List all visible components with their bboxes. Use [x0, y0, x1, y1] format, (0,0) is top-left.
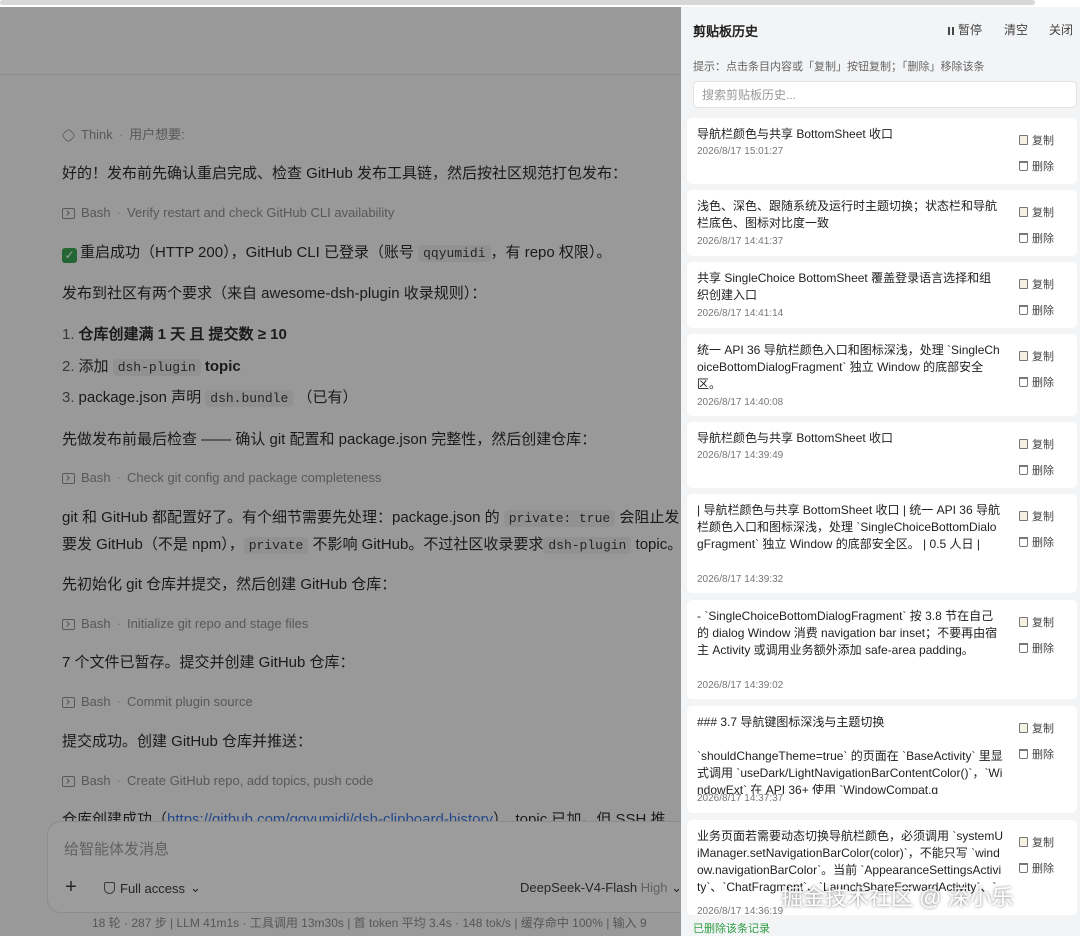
trash-icon	[1019, 465, 1028, 475]
copy-icon	[1019, 351, 1028, 361]
copy-button[interactable]: 复制	[1019, 132, 1054, 148]
trash-icon	[1019, 233, 1028, 243]
close-button[interactable]: 关闭	[1049, 21, 1073, 38]
delete-button[interactable]: 删除	[1019, 374, 1054, 390]
copy-icon	[1019, 723, 1028, 733]
delete-button[interactable]: 删除	[1019, 640, 1054, 656]
copy-button[interactable]: 复制	[1019, 834, 1054, 850]
copy-icon	[1019, 617, 1028, 627]
delete-button[interactable]: 删除	[1019, 746, 1054, 762]
clipboard-item-time: 2026/8/17 14:40:08	[697, 397, 784, 408]
trash-icon	[1019, 377, 1028, 387]
copy-button[interactable]: 复制	[1019, 348, 1054, 364]
copy-icon	[1019, 135, 1028, 145]
clipboard-item-time: 2026/8/17 14:41:14	[697, 308, 784, 319]
clipboard-item-time: 2026/8/17 14:39:32	[697, 574, 784, 585]
copy-button[interactable]: 复制	[1019, 204, 1054, 220]
pause-button[interactable]: 暂停	[948, 21, 982, 38]
search-input[interactable]	[693, 81, 1077, 108]
copy-button[interactable]: 复制	[1019, 436, 1054, 452]
clipboard-item-time: 2026/8/17 14:36:19	[697, 906, 784, 917]
copy-button[interactable]: 复制	[1019, 720, 1054, 736]
status-toast: 已删除该条记录	[693, 923, 770, 935]
copy-icon	[1019, 439, 1028, 449]
clipboard-item-time: 2026/8/17 14:41:37	[697, 236, 784, 247]
clipboard-item-text[interactable]: 导航栏颜色与共享 BottomSheet 收口	[697, 126, 1003, 146]
clipboard-item-text[interactable]: 统一 API 36 导航栏颜色入口和图标深浅，处理 `SingleChoiceB…	[697, 342, 1003, 394]
clipboard-item-text[interactable]: - `SingleChoiceBottomDialogFragment` 按 3…	[697, 608, 1003, 678]
copy-icon	[1019, 279, 1028, 289]
modal-backdrop[interactable]	[0, 0, 681, 936]
trash-icon	[1019, 161, 1028, 171]
clipboard-item[interactable]: | 导航栏颜色与共享 BottomSheet 收口 | 统一 API 36 导航…	[687, 494, 1077, 593]
clipboard-item-time: 2026/8/17 14:37:37	[697, 793, 784, 804]
trash-icon	[1019, 863, 1028, 873]
clipboard-item-text[interactable]: 浅色、深色、跟随系统及运行时主题切换；状态栏和导航栏底色、图标对比度一致	[697, 198, 1003, 234]
delete-button[interactable]: 删除	[1019, 302, 1054, 318]
clipboard-item[interactable]: 导航栏颜色与共享 BottomSheet 收口 2026/8/17 14:39:…	[687, 422, 1077, 488]
trash-icon	[1019, 749, 1028, 759]
delete-button[interactable]: 删除	[1019, 860, 1054, 876]
clipboard-history-panel: 剪贴板历史 暂停 清空 关闭 提示：点击条目内容或「复制」按钮复制；「删除」移除…	[681, 7, 1080, 936]
delete-button[interactable]: 删除	[1019, 534, 1054, 550]
delete-button[interactable]: 删除	[1019, 230, 1054, 246]
copy-icon	[1019, 837, 1028, 847]
trash-icon	[1019, 537, 1028, 547]
copy-button[interactable]: 复制	[1019, 614, 1054, 630]
clipboard-item[interactable]: 统一 API 36 导航栏颜色入口和图标深浅，处理 `SingleChoiceB…	[687, 334, 1077, 416]
clipboard-item-time: 2026/8/17 14:39:49	[697, 450, 784, 461]
clipboard-item-time: 2026/8/17 14:39:02	[697, 680, 784, 691]
clipboard-item[interactable]: ### 3.7 导航键图标深浅与主题切换 `shouldChangeTheme=…	[687, 706, 1077, 813]
clipboard-item-text[interactable]: | 导航栏颜色与共享 BottomSheet 收口 | 统一 API 36 导航…	[697, 502, 1003, 572]
horizontal-scrollbar[interactable]	[0, 0, 1035, 5]
copy-icon	[1019, 207, 1028, 217]
copy-button[interactable]: 复制	[1019, 508, 1054, 524]
clipboard-item-text[interactable]: 导航栏颜色与共享 BottomSheet 收口	[697, 430, 1003, 450]
clipboard-item[interactable]: 浅色、深色、跟随系统及运行时主题切换；状态栏和导航栏底色、图标对比度一致 202…	[687, 190, 1077, 256]
clipboard-item-text[interactable]: ### 3.7 导航键图标深浅与主题切换 `shouldChangeTheme=…	[697, 714, 1003, 794]
top-scroll-strip	[0, 0, 1080, 7]
delete-button[interactable]: 删除	[1019, 158, 1054, 174]
clipboard-item-text[interactable]: 共享 SingleChoice BottomSheet 覆盖登录语言选择和组织创…	[697, 270, 1003, 306]
panel-title: 剪贴板历史	[693, 24, 759, 39]
trash-icon	[1019, 305, 1028, 315]
copy-button[interactable]: 复制	[1019, 276, 1054, 292]
clear-button[interactable]: 清空	[1004, 21, 1028, 38]
pause-icon	[948, 27, 954, 35]
clipboard-item-time: 2026/8/17 15:01:27	[697, 146, 784, 157]
copy-icon	[1019, 511, 1028, 521]
trash-icon	[1019, 643, 1028, 653]
clipboard-item[interactable]: 导航栏颜色与共享 BottomSheet 收口 2026/8/17 15:01:…	[687, 118, 1077, 184]
clipboard-item[interactable]: 共享 SingleChoice BottomSheet 覆盖登录语言选择和组织创…	[687, 262, 1077, 328]
usage-hint: 提示：点击条目内容或「复制」按钮复制；「删除」移除该条	[693, 61, 985, 73]
clipboard-item[interactable]: - `SingleChoiceBottomDialogFragment` 按 3…	[687, 600, 1077, 699]
delete-button[interactable]: 删除	[1019, 462, 1054, 478]
watermark: 掘金技术社区 @ 深小乐	[781, 885, 1014, 910]
